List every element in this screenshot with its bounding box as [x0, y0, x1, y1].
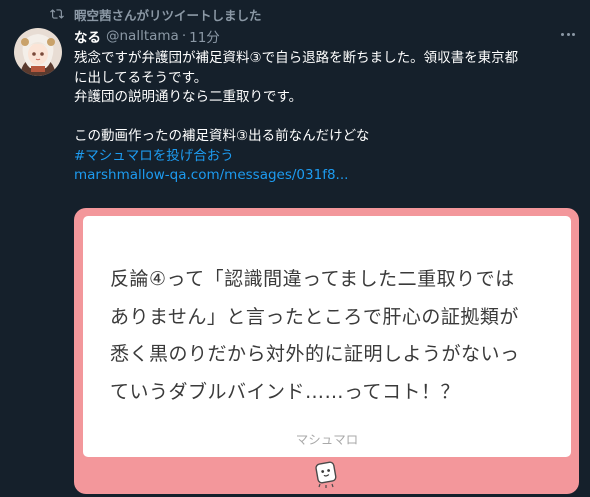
question-line: ていうダブルバインド……ってコト！？ — [110, 380, 461, 403]
timestamp[interactable]: 11分 — [189, 26, 220, 46]
retweet-icon — [50, 7, 64, 21]
user-handle[interactable]: @nalltama — [106, 28, 179, 44]
marshmallow-mascot-icon — [313, 459, 339, 489]
tweet[interactable]: 暇空茜さんがリツイートしました なる @nalltama · 11分 残念ですが… — [0, 0, 590, 497]
retweet-context-text[interactable]: 暇空茜さんがリツイートしました — [74, 5, 262, 24]
question-line: ありません」と言ったところで肝心の証拠類が — [110, 305, 519, 328]
marshmallow-card[interactable]: 反論④って「認識間違ってました二重取りでは ありません」と言ったところで肝心の証… — [74, 208, 579, 494]
tweet-text-line: に出してるそうです。 — [74, 69, 208, 86]
question-line: 悉く黒のりだから対外的に証明しようがないっ — [110, 343, 520, 365]
card-brand-label: マシュマロ — [295, 432, 359, 447]
tweet-text: 残念ですが弁護団が補足資料③で自ら退路を断ちました。領収書を東京都 に出してるそ… — [74, 49, 579, 186]
separator-dot: · — [181, 28, 187, 44]
retweet-context: 暇空茜さんがリツイートしました — [50, 5, 262, 24]
question-line: 反論④って「認識間違ってました二重取りでは — [110, 268, 515, 290]
hashtag-link[interactable]: #マシュマロを投げ合おう — [74, 148, 234, 164]
url-link[interactable]: marshmallow-qa.com/messages/031f8... — [74, 167, 348, 183]
avatar[interactable] — [14, 28, 62, 76]
tweet-header: なる @nalltama · 11分 — [74, 26, 220, 46]
tweet-text-line: 残念ですが弁護団が補足資料③で自ら退路を断ちました。領収書を東京都 — [74, 50, 519, 66]
card-question-text: 反論④って「認識間違ってました二重取りでは ありません」と言ったところで肝心の証… — [110, 261, 550, 411]
display-name[interactable]: なる — [74, 26, 101, 46]
tweet-text-line: この動画作ったの補足資料③出る前なんだけどな — [74, 128, 370, 144]
card-question-panel: 反論④って「認識間違ってました二重取りでは ありません」と言ったところで肝心の証… — [83, 216, 571, 457]
more-dots-icon[interactable] — [558, 26, 578, 42]
tweet-text-line: 弁護団の説明通りなら二重取りです。 — [74, 89, 303, 105]
